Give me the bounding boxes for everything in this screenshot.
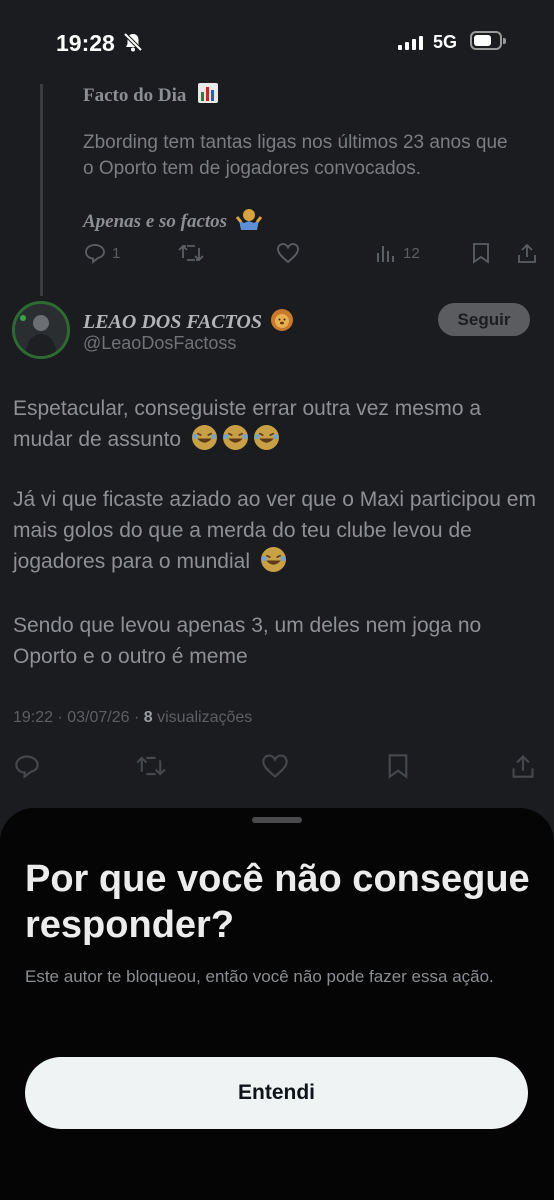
reply-count: 1 xyxy=(112,244,121,262)
bookmark-button[interactable] xyxy=(386,753,410,779)
chart-emoji-icon xyxy=(198,83,219,103)
tweet-timestamp: 19:22 · 03/07/26 · xyxy=(13,709,144,726)
author-name-row: LEAO DOS FACTOS xyxy=(83,308,294,334)
bell-slash-icon xyxy=(123,32,143,52)
views-icon xyxy=(377,246,394,262)
tweet-meta: 19:22 · 03/07/26 · 8 visualizações xyxy=(13,709,252,727)
views-button[interactable]: 12 xyxy=(375,242,420,264)
laughing-emoji-icon xyxy=(260,547,286,572)
sheet-message: Este autor te bloqueou, então você não p… xyxy=(25,967,494,986)
tweet-views-count: 8 xyxy=(143,709,153,726)
tweet-paragraph-2: Já vi que ficaste aziado ao ver que o Ma… xyxy=(13,484,538,577)
quoted-title-row: Facto do Dia xyxy=(83,82,219,107)
network-label: 5G xyxy=(433,32,458,52)
reply-button[interactable]: 1 xyxy=(84,242,120,264)
share-button[interactable] xyxy=(516,242,538,264)
retweet-icon xyxy=(178,244,204,262)
laughing-emoji-icon xyxy=(191,425,217,450)
retweet-icon xyxy=(136,756,166,776)
avatar[interactable] xyxy=(12,301,70,359)
tweet-views-label: visualizações xyxy=(152,709,253,726)
lion-emoji-icon xyxy=(270,309,293,331)
status-time: 19:28 xyxy=(56,30,115,56)
like-button[interactable] xyxy=(276,242,300,264)
bookmark-icon xyxy=(473,243,489,264)
got-it-button[interactable]: Entendi xyxy=(25,1057,528,1129)
tweet-actions xyxy=(0,750,554,782)
quoted-title: Facto do Dia xyxy=(83,85,187,106)
author-name[interactable]: LEAO DOS FACTOS xyxy=(83,311,262,333)
laughing-emoji-icon xyxy=(222,425,248,450)
laughing-emoji-icon xyxy=(253,425,279,450)
sheet-title: Por que você não consegue responder? xyxy=(25,858,530,946)
shrug-emoji-icon xyxy=(235,209,262,230)
quoted-body: Zbording tem tantas ligas nos últimos 23… xyxy=(83,132,508,179)
like-icon xyxy=(262,754,288,778)
reply-icon xyxy=(85,244,105,264)
share-button[interactable] xyxy=(510,753,536,779)
reply-button[interactable] xyxy=(14,753,40,779)
bookmark-icon xyxy=(388,754,408,779)
status-bar: 19:28 5G xyxy=(0,0,554,84)
tweet-paragraph-3: Sendo que levou apenas 3, um deles nem j… xyxy=(13,614,482,668)
quoted-ending-row: Apenas e so factos xyxy=(83,207,262,233)
reply-icon xyxy=(15,755,39,779)
sheet-grabber[interactable] xyxy=(252,817,302,823)
like-button[interactable] xyxy=(261,753,289,779)
share-icon xyxy=(518,243,536,263)
follow-button[interactable]: Seguir xyxy=(438,303,530,336)
view-count: 12 xyxy=(403,244,420,262)
tweet-paragraph-1: Espetacular, conseguiste errar outra vez… xyxy=(13,393,538,455)
retweet-button[interactable] xyxy=(136,753,166,779)
bookmark-button[interactable] xyxy=(471,242,491,264)
battery-icon xyxy=(470,31,506,50)
quoted-ending: Apenas e so factos xyxy=(83,211,228,232)
like-icon xyxy=(277,243,299,264)
retweet-button[interactable] xyxy=(178,242,204,264)
avatar-image xyxy=(15,304,67,356)
quoted-actions: 1 12 xyxy=(0,240,554,270)
signal-icon xyxy=(398,34,423,50)
author-handle[interactable]: @LeaoDosFactoss xyxy=(83,333,236,354)
blocked-reply-sheet: Por que você não consegue responder? Est… xyxy=(0,808,554,1200)
share-icon xyxy=(512,755,534,778)
laughing-emoji-row xyxy=(191,425,284,451)
